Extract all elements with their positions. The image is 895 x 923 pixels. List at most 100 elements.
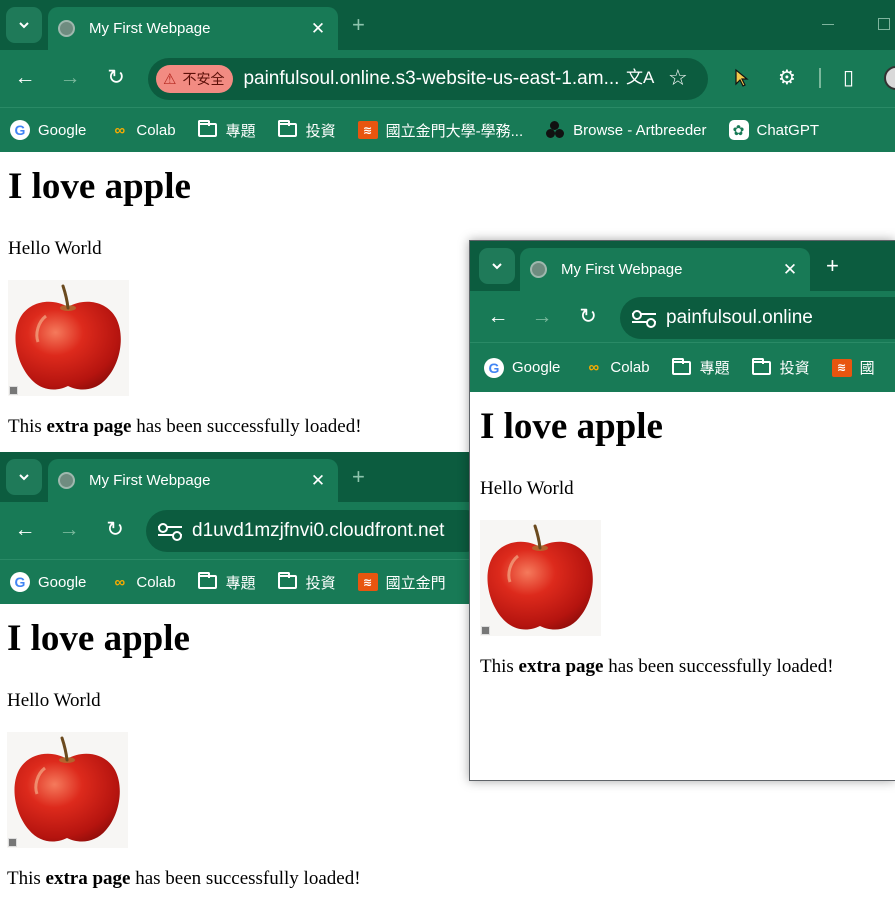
- google-icon: G: [10, 572, 30, 592]
- bookmark-star-icon[interactable]: ☆: [668, 66, 688, 90]
- bookmark-label: ChatGPT: [756, 121, 820, 139]
- bookmark-label: 投資: [305, 574, 336, 592]
- nqu-icon: ≋: [831, 358, 852, 377]
- back-arrow-icon[interactable]: ←: [13, 518, 37, 542]
- bookmark-folder-project[interactable]: 專題: [198, 572, 256, 593]
- folder-icon: [278, 120, 298, 137]
- forward-arrow-icon[interactable]: →: [530, 305, 554, 329]
- tab-search-button[interactable]: [6, 7, 42, 43]
- bookmark-artbreeder[interactable]: Browse - Artbreeder: [545, 120, 707, 140]
- bookmark-colab[interactable]: ∞ Colab: [108, 572, 176, 592]
- bookmark-folder-invest[interactable]: 投資: [278, 120, 336, 141]
- bookmark-google[interactable]: G Google: [484, 357, 560, 378]
- globe-icon: [530, 261, 547, 278]
- not-secure-chip[interactable]: ⚠ 不安全: [156, 65, 234, 93]
- address-bar[interactable]: ⚠ 不安全 painfulsoul.online.s3-website-us-e…: [148, 58, 708, 100]
- extensions-puzzle-icon[interactable]: ⚙: [778, 66, 796, 90]
- bookmark-label: 國: [859, 360, 875, 377]
- close-tab-icon[interactable]: ✕: [780, 260, 800, 280]
- url-text[interactable]: painfulsoul.online.s3-website-us-east-1.…: [243, 68, 619, 90]
- hello-text: Hello World: [7, 690, 101, 711]
- browser-window-cloudfront: My First Webpage ✕ + ← → ↻ d1uvd1mzjfnvi…: [0, 452, 470, 923]
- bookmark-label: Colab: [136, 573, 176, 591]
- bookmark-label: Google: [38, 121, 87, 139]
- address-bar[interactable]: d1uvd1mzjfnvi0.cloudfront.net: [146, 510, 470, 552]
- site-info-icon[interactable]: [158, 519, 182, 543]
- toolbar: ← → ↻ d1uvd1mzjfnvi0.cloudfront.net: [0, 502, 470, 559]
- close-tab-icon[interactable]: ✕: [308, 471, 328, 491]
- profile-avatar[interactable]: [884, 66, 895, 90]
- back-arrow-icon[interactable]: ←: [13, 66, 37, 90]
- page-content: I love apple Hello World This extra page…: [0, 617, 470, 890]
- loaded-text-end: has been successfully loaded!: [603, 656, 834, 677]
- url-text[interactable]: d1uvd1mzjfnvi0.cloudfront.net: [192, 520, 444, 542]
- reload-icon[interactable]: ↻: [104, 66, 128, 90]
- chatgpt-icon: ✿: [728, 120, 749, 140]
- tab-search-button[interactable]: [479, 248, 515, 284]
- address-bar[interactable]: painfulsoul.online: [620, 297, 895, 339]
- bookmark-colab[interactable]: ∞ Colab: [582, 358, 650, 378]
- bookmark-chatgpt[interactable]: ✿ ChatGPT: [728, 120, 820, 140]
- tab-my-first-webpage[interactable]: My First Webpage ✕: [48, 7, 338, 50]
- close-tab-icon[interactable]: ✕: [308, 19, 328, 39]
- loaded-text-end: has been successfully loaded!: [131, 416, 362, 437]
- maximize-icon[interactable]: [878, 18, 890, 30]
- cursor-extension-icon[interactable]: [733, 68, 751, 88]
- tab-search-button[interactable]: [6, 459, 42, 495]
- warning-triangle-icon: ⚠: [163, 71, 177, 88]
- bookmark-google[interactable]: G Google: [10, 572, 86, 592]
- forward-arrow-icon[interactable]: →: [57, 518, 81, 542]
- bookmark-nqu[interactable]: ≋ 國立金門大學-學務...: [357, 120, 523, 141]
- bookmark-label: Google: [38, 573, 87, 591]
- loaded-text-start: This: [8, 416, 47, 437]
- chevron-down-icon: [19, 22, 29, 29]
- tab-strip: My First Webpage ✕ +: [0, 452, 470, 502]
- bookmark-folder-project[interactable]: 專題: [672, 357, 730, 378]
- folder-icon: [672, 357, 692, 375]
- forward-arrow-icon[interactable]: →: [58, 66, 82, 90]
- loaded-message: This extra page has been successfully lo…: [480, 656, 895, 678]
- reload-icon[interactable]: ↻: [576, 305, 600, 329]
- new-tab-button[interactable]: +: [826, 255, 839, 277]
- site-info-icon[interactable]: [632, 306, 656, 330]
- tab-strip: My First Webpage ✕ +: [0, 0, 895, 50]
- bookmark-folder-invest[interactable]: 投資: [278, 572, 336, 593]
- tab-title: My First Webpage: [89, 20, 211, 37]
- folder-icon: [198, 572, 218, 589]
- chevron-down-icon: [19, 474, 29, 481]
- bookmarks-bar: G Google ∞ Colab 專題 投資 ≋ 國立金門: [0, 559, 470, 604]
- not-secure-label: 不安全: [182, 71, 225, 87]
- nqu-icon: ≋: [357, 573, 378, 591]
- translate-icon[interactable]: 文A: [626, 66, 654, 90]
- loaded-text-end: has been successfully loaded!: [130, 868, 361, 889]
- bookmark-folder-invest[interactable]: 投資: [752, 357, 810, 378]
- nqu-icon: ≋: [357, 121, 378, 139]
- minimize-icon[interactable]: [822, 24, 834, 25]
- loaded-message: This extra page has been successfully lo…: [7, 868, 470, 890]
- back-arrow-icon[interactable]: ←: [486, 305, 510, 329]
- loaded-text-bold: extra page: [46, 416, 132, 437]
- loaded-text-bold: extra page: [518, 656, 604, 677]
- tab-my-first-webpage[interactable]: My First Webpage ✕: [520, 248, 810, 291]
- bookmark-colab[interactable]: ∞ Colab: [108, 120, 176, 140]
- reload-icon[interactable]: ↻: [103, 518, 127, 542]
- new-tab-button[interactable]: +: [352, 14, 365, 36]
- tab-my-first-webpage[interactable]: My First Webpage ✕: [48, 459, 338, 502]
- artbreeder-icon: [545, 120, 565, 140]
- folder-icon: [278, 572, 298, 589]
- bookmark-label: Colab: [610, 359, 650, 376]
- apple-image: [8, 280, 129, 396]
- url-text[interactable]: painfulsoul.online: [666, 307, 813, 329]
- image-badge-icon: [481, 626, 490, 635]
- loaded-text-start: This: [480, 656, 519, 677]
- bookmark-nqu[interactable]: ≋ 國立金門: [357, 572, 446, 593]
- folder-icon: [198, 120, 218, 137]
- tab-strip: My First Webpage ✕ +: [470, 241, 895, 291]
- bookmark-nqu[interactable]: ≋ 國: [831, 357, 875, 378]
- bookmark-google[interactable]: G Google: [10, 120, 86, 140]
- bookmark-folder-project[interactable]: 專題: [198, 120, 256, 141]
- side-panel-icon[interactable]: ▯: [843, 66, 854, 90]
- new-tab-button[interactable]: +: [352, 466, 365, 488]
- bookmark-label: 國立金門: [385, 574, 446, 592]
- tab-title: My First Webpage: [561, 261, 683, 278]
